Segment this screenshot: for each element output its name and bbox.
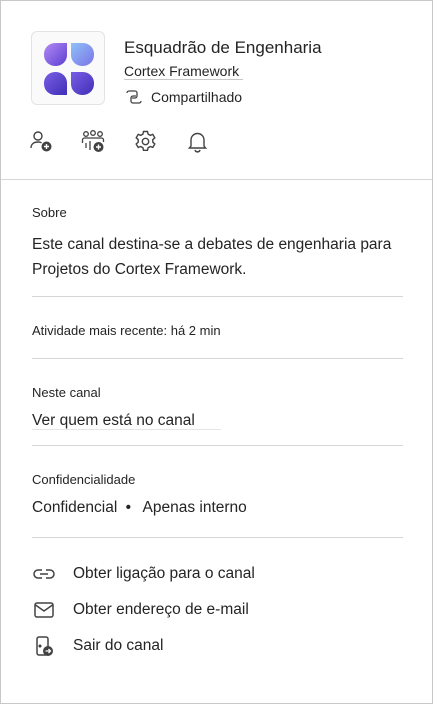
mail-icon xyxy=(32,598,56,622)
activity-section: Atividade mais recente: há 2 min xyxy=(32,297,403,359)
in-channel-section: Neste canal Ver quem está no canal xyxy=(32,359,403,446)
settings-button[interactable] xyxy=(133,129,158,154)
channel-links-list: Obter ligação para o canal Obter endereç… xyxy=(32,538,403,664)
separator-dot: • xyxy=(125,499,132,516)
add-team-icon xyxy=(81,130,105,152)
four-petal-logo-icon xyxy=(44,43,94,95)
channel-header: Esquadrão de Engenharia Cortex Framework… xyxy=(1,1,432,180)
shared-status: Compartilhado xyxy=(124,87,242,107)
leave-channel-item[interactable]: Sair do canal xyxy=(32,628,403,664)
in-channel-heading: Neste canal xyxy=(32,385,101,400)
recent-activity-text: Atividade mais recente: há 2 min xyxy=(32,323,221,338)
team-subtitle: Cortex Framework xyxy=(124,63,244,80)
notification-bell-icon xyxy=(187,132,208,153)
channel-description: Este canal destina-se a debates de engen… xyxy=(32,236,392,278)
confidentiality-value: Confidencial • Apenas interno xyxy=(32,499,403,517)
leave-channel-icon xyxy=(32,634,56,658)
list-item-label: Obter ligação para o canal xyxy=(73,565,255,582)
confidentiality-section: Confidencialidade Confidencial • Apenas … xyxy=(32,446,403,538)
get-channel-link-item[interactable]: Obter ligação para o canal xyxy=(32,556,403,592)
team-avatar xyxy=(31,31,105,105)
channel-info-panel: Esquadrão de Engenharia Cortex Framework… xyxy=(0,0,433,704)
link-icon xyxy=(32,562,56,586)
add-member-icon xyxy=(30,131,52,152)
about-heading: Sobre xyxy=(32,205,67,220)
add-member-button[interactable] xyxy=(29,129,54,154)
add-team-button[interactable] xyxy=(81,129,106,154)
see-members-link[interactable]: Ver quem está no canal xyxy=(32,412,221,430)
list-item-label: Obter endereço de e-mail xyxy=(73,601,249,618)
shared-channel-icon xyxy=(126,90,142,104)
get-email-address-item[interactable]: Obter endereço de e-mail xyxy=(32,592,403,628)
list-item-label: Sair do canal xyxy=(73,637,164,654)
notifications-button[interactable] xyxy=(185,129,210,154)
channel-action-bar xyxy=(29,129,210,154)
channel-details: Sobre Este canal destina-se a debates de… xyxy=(32,179,403,664)
confidentiality-heading: Confidencialidade xyxy=(32,472,136,487)
confidentiality-scope: Apenas interno xyxy=(142,499,247,516)
confidentiality-level: Confidencial xyxy=(32,499,118,516)
about-section: Sobre Este canal destina-se a debates de… xyxy=(32,179,403,297)
shared-label: Compartilhado xyxy=(151,89,243,105)
settings-gear-icon xyxy=(135,130,156,151)
team-name: Esquadrão de Engenharia xyxy=(124,38,322,57)
